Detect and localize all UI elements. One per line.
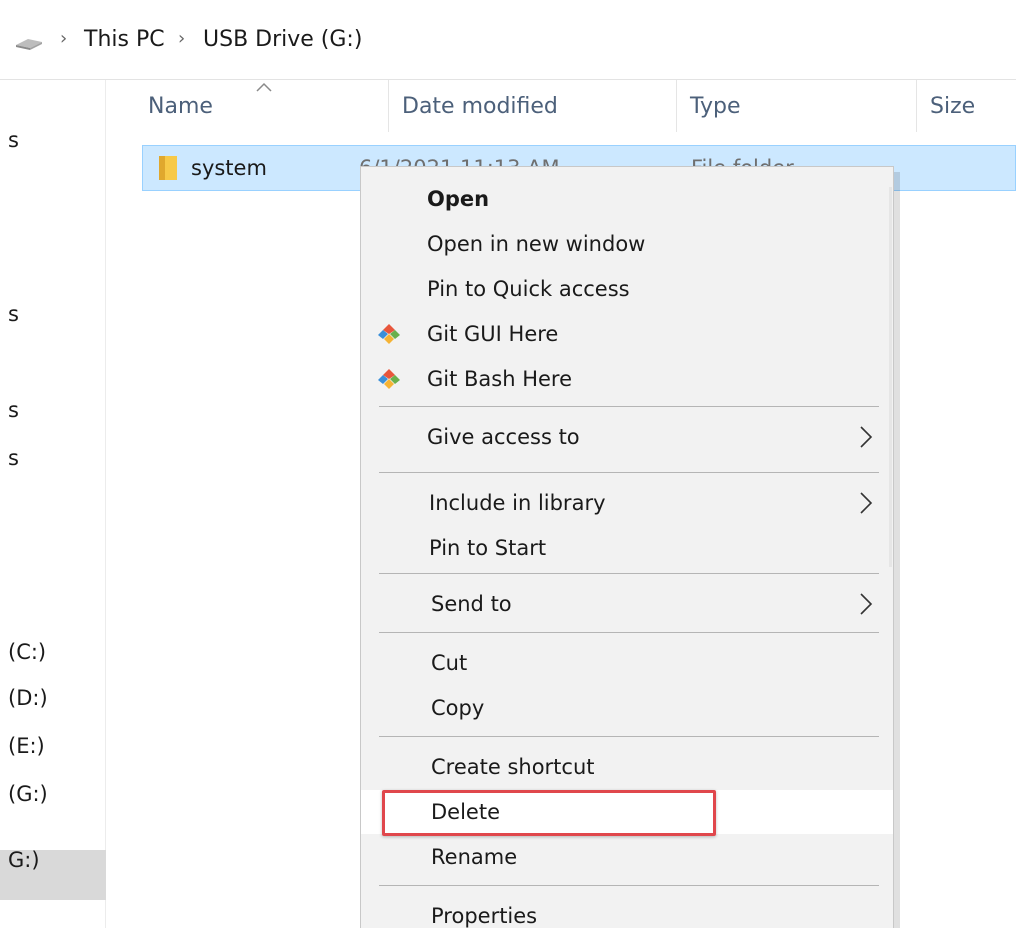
- usb-drive-icon: [16, 39, 42, 50]
- column-header-type[interactable]: Type: [690, 94, 741, 119]
- menu-item-include-library[interactable]: Include in library: [361, 481, 893, 525]
- nav-item[interactable]: s: [8, 128, 19, 152]
- menu-item-label: Open in new window: [427, 232, 646, 256]
- breadcrumb-this-pc[interactable]: This PC: [84, 27, 165, 52]
- menu-item-pin-start[interactable]: Pin to Start: [361, 526, 893, 570]
- nav-item-drive-d[interactable]: (D:): [8, 686, 48, 710]
- column-divider[interactable]: [388, 80, 389, 132]
- sort-ascending-icon: [256, 82, 272, 92]
- file-name: system: [191, 156, 267, 180]
- menu-item-give-access[interactable]: Give access to: [361, 415, 893, 459]
- chevron-right-icon: [860, 426, 873, 448]
- menu-separator: [379, 736, 879, 737]
- menu-item-cut[interactable]: Cut: [361, 641, 893, 685]
- column-header-date-modified[interactable]: Date modified: [402, 94, 558, 119]
- menu-item-git-bash[interactable]: Git Bash Here: [361, 357, 893, 401]
- folder-icon: [159, 156, 177, 180]
- menu-item-label: Include in library: [429, 491, 606, 515]
- menu-item-label: Pin to Start: [429, 536, 547, 560]
- breadcrumb-separator: ›: [178, 28, 186, 49]
- delete-highlight-annotation: [382, 790, 716, 836]
- menu-item-label: Pin to Quick access: [427, 277, 630, 301]
- git-icon: [378, 369, 400, 389]
- nav-item[interactable]: s: [8, 302, 19, 326]
- menu-separator: [379, 406, 879, 407]
- column-divider[interactable]: [676, 80, 677, 132]
- column-header-size[interactable]: Size: [930, 94, 975, 119]
- menu-item-label: Send to: [431, 592, 512, 616]
- menu-separator: [379, 472, 879, 473]
- chevron-right-icon: [860, 593, 873, 615]
- menu-item-label: Rename: [431, 845, 518, 869]
- nav-item-drive-g[interactable]: (G:): [8, 782, 48, 806]
- nav-item-drive-g-network[interactable]: G:): [8, 848, 40, 872]
- menu-item-label: Open: [427, 187, 490, 211]
- column-divider[interactable]: [916, 80, 917, 132]
- menu-separator: [379, 885, 879, 886]
- menu-item-label: Copy: [431, 696, 485, 720]
- menu-item-copy[interactable]: Copy: [361, 686, 893, 730]
- menu-item-properties[interactable]: Properties: [361, 894, 893, 928]
- menu-item-label: Create shortcut: [431, 755, 595, 779]
- menu-item-open[interactable]: Open: [361, 177, 893, 221]
- nav-item-drive-c[interactable]: (C:): [8, 640, 46, 664]
- menu-item-git-gui[interactable]: Git GUI Here: [361, 312, 893, 356]
- menu-item-label: Git Bash Here: [427, 367, 573, 391]
- menu-item-send-to[interactable]: Send to: [361, 582, 893, 626]
- menu-item-rename[interactable]: Rename: [361, 835, 893, 879]
- nav-item[interactable]: s: [8, 446, 19, 470]
- menu-separator: [379, 573, 879, 574]
- navigation-pane[interactable]: s s s s (C:) (D:) (E:) (G:) G:): [0, 80, 106, 928]
- menu-item-create-shortcut[interactable]: Create shortcut: [361, 745, 893, 789]
- menu-item-label: Cut: [431, 651, 468, 675]
- menu-item-pin-quick-access[interactable]: Pin to Quick access: [361, 267, 893, 311]
- menu-item-label: Give access to: [427, 425, 580, 449]
- column-header-name[interactable]: Name: [148, 94, 213, 119]
- menu-separator: [379, 632, 879, 633]
- nav-item-drive-e[interactable]: (E:): [8, 734, 45, 758]
- menu-item-open-new-window[interactable]: Open in new window: [361, 222, 893, 266]
- menu-item-label: Git GUI Here: [427, 322, 559, 346]
- breadcrumb-usb-drive[interactable]: USB Drive (G:): [203, 27, 362, 52]
- chevron-right-icon: [860, 492, 873, 514]
- breadcrumb-separator: ›: [60, 28, 68, 49]
- menu-item-label: Properties: [431, 904, 538, 928]
- git-icon: [378, 324, 400, 344]
- address-bar[interactable]: › This PC › USB Drive (G:): [0, 0, 1016, 80]
- nav-item[interactable]: s: [8, 398, 19, 422]
